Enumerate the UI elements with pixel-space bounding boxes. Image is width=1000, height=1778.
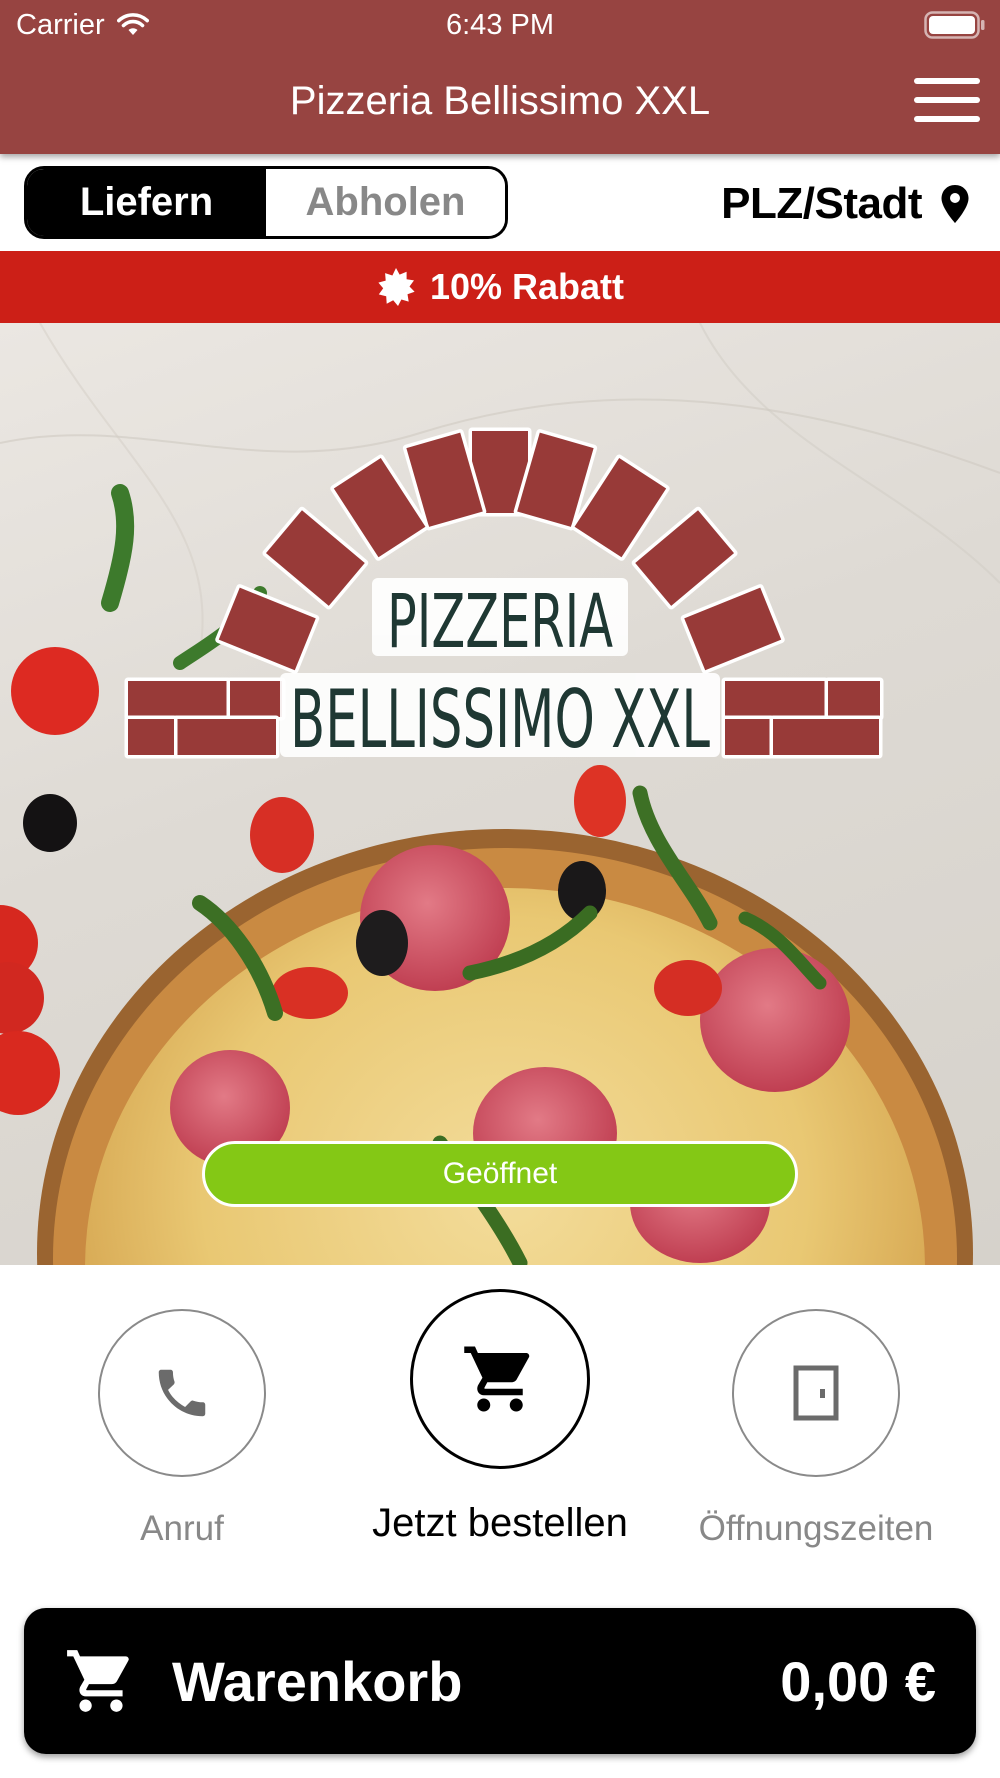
cart-label: Warenkorb: [172, 1649, 463, 1713]
order-circle[interactable]: [410, 1289, 590, 1469]
opening-hours-button[interactable]: Öffnungszeiten: [680, 1309, 952, 1549]
hamburger-menu-icon[interactable]: [914, 76, 980, 124]
cart-bar[interactable]: Warenkorb 0,00 €: [24, 1608, 976, 1754]
badge-icon: [378, 268, 415, 306]
location-label: PLZ/Stadt: [721, 179, 922, 228]
location-button[interactable]: PLZ/Stadt: [721, 178, 970, 230]
logo-line-2: BELLISSIMO XXL: [290, 673, 710, 766]
pizza-photo: PIZZERIA BELLISSIMO XXL: [0, 323, 1000, 1265]
pizza-salami: [700, 948, 850, 1092]
open-status-badge[interactable]: Geöffnet: [202, 1141, 798, 1207]
call-label: Anruf: [140, 1509, 224, 1548]
quick-actions: Anruf Jetzt bestellen Öffnungszeiten: [0, 1265, 1000, 1595]
call-button[interactable]: Anruf: [82, 1309, 282, 1549]
mode-bar: Liefern Abholen PLZ/Stadt: [0, 154, 1000, 250]
order-now-label: Jetzt bestellen: [372, 1501, 628, 1545]
status-time: 6:43 PM: [446, 9, 554, 41]
cart-icon: [464, 1346, 530, 1412]
map-pin-icon: [941, 185, 969, 223]
hours-circle[interactable]: [732, 1309, 900, 1477]
discount-banner[interactable]: 10% Rabatt: [0, 251, 1000, 323]
call-circle[interactable]: [98, 1309, 266, 1477]
cart-total: 0,00 €: [780, 1649, 936, 1713]
hero-image: PIZZERIA BELLISSIMO XXL Geöffnet: [0, 323, 1000, 1265]
tab-abholen[interactable]: Abholen: [266, 169, 505, 236]
order-now-button[interactable]: Jetzt bestellen: [340, 1289, 660, 1546]
battery-icon: [924, 11, 985, 39]
cart-icon: [67, 1650, 129, 1712]
door-icon: [793, 1365, 839, 1421]
app-title: Pizzeria Bellissimo XXL: [289, 79, 711, 123]
tab-liefern[interactable]: Liefern: [27, 169, 266, 236]
discount-label: 10% Rabatt: [429, 266, 625, 307]
app-header: Carrier 6:43 PM Pizzeria Bellissimo XXL: [0, 0, 1000, 154]
delivery-mode-toggle: Liefern Abholen: [24, 166, 508, 239]
opening-hours-label: Öffnungszeiten: [698, 1509, 934, 1548]
logo-line-1: PIZZERIA: [387, 579, 613, 665]
phone-icon: [158, 1369, 206, 1417]
